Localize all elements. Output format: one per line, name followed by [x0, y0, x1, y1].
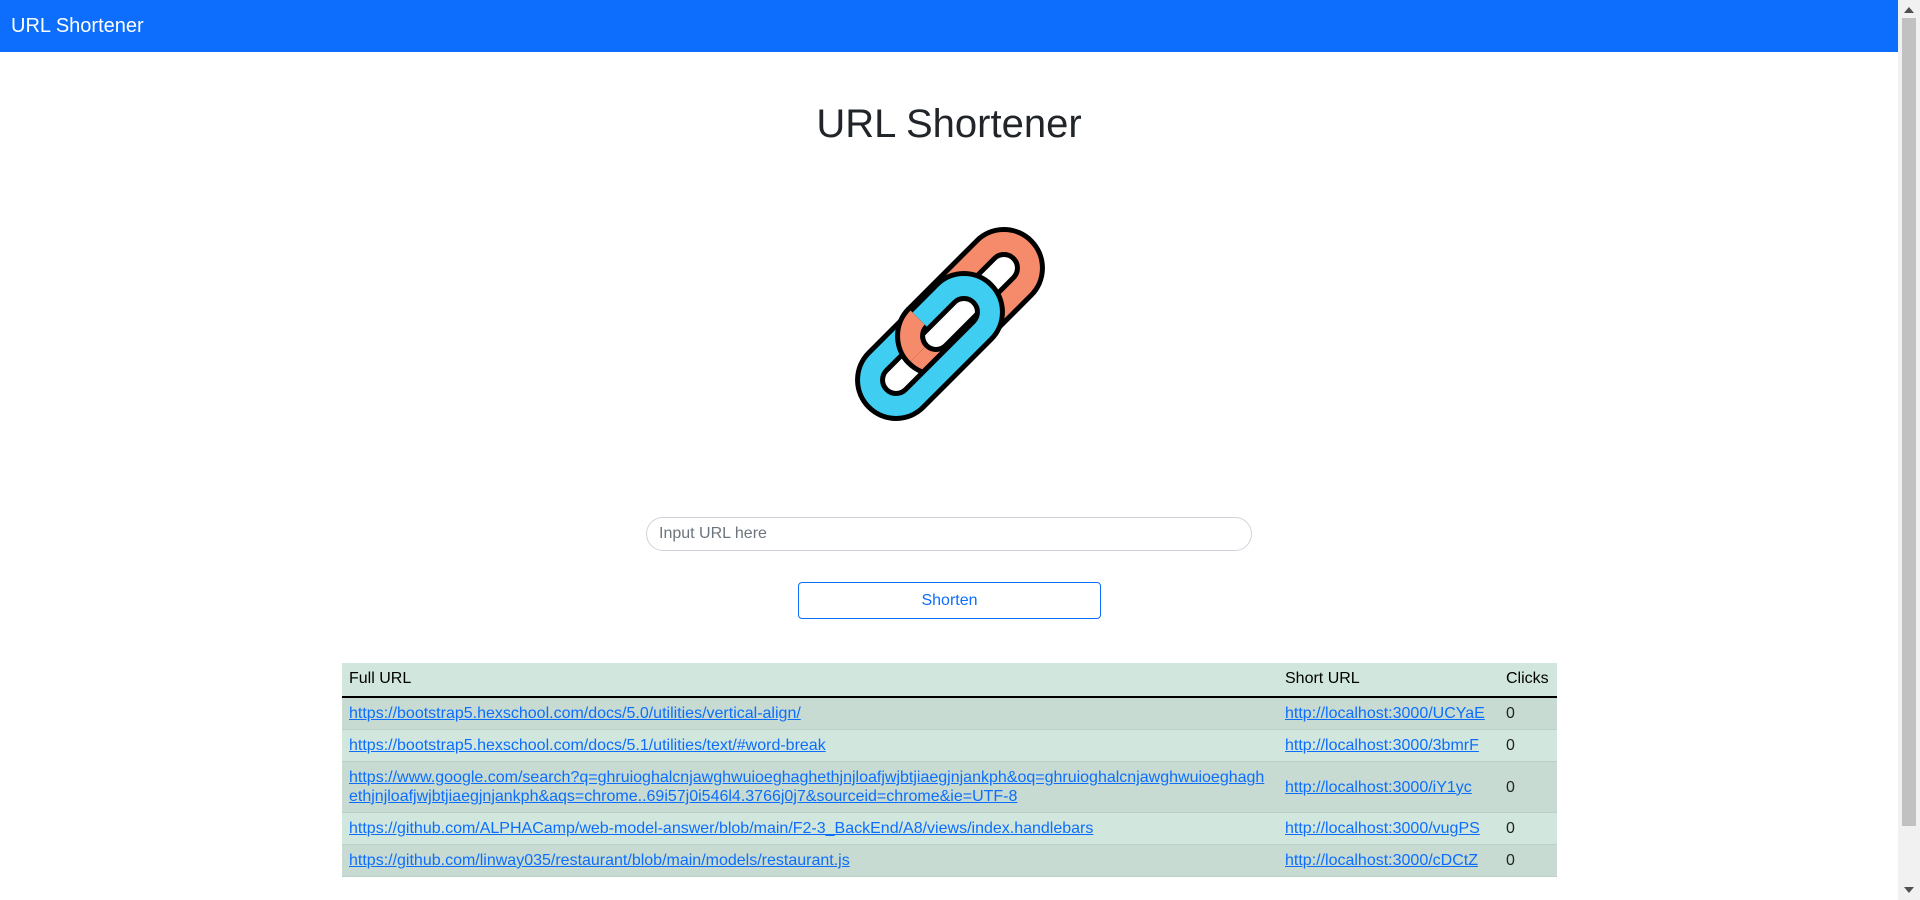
short-url-link[interactable]: http://localhost:3000/UCYaE [1285, 705, 1485, 722]
page-title: URL Shortener [816, 102, 1082, 146]
short-url-link[interactable]: http://localhost:3000/vugPS [1285, 820, 1480, 837]
short-url-link[interactable]: http://localhost:3000/cDCtZ [1285, 852, 1478, 869]
page: URL Shortener URL Shortener Shorten [0, 0, 1920, 900]
full-url-cell: https://github.com/ALPHACamp/web-model-a… [342, 812, 1278, 845]
main-content: URL Shortener Shorten [0, 52, 1898, 900]
table-row: https://github.com/ALPHACamp/web-model-a… [342, 812, 1557, 845]
full-url-link[interactable]: https://github.com/ALPHACamp/web-model-a… [349, 820, 1093, 837]
header-short-url: Short URL [1278, 663, 1499, 698]
short-url-link[interactable]: http://localhost:3000/iY1yc [1285, 779, 1472, 796]
url-input[interactable] [646, 517, 1252, 551]
clicks-cell: 0 [1499, 812, 1557, 845]
shorten-button[interactable]: Shorten [798, 582, 1101, 619]
table-row: https://github.com/linway035/restaurant/… [342, 844, 1557, 877]
url-table: Full URL Short URL Clicks https://bootst… [342, 663, 1557, 877]
navbar: URL Shortener [0, 0, 1898, 52]
clicks-cell: 0 [1499, 761, 1557, 813]
header-clicks: Clicks [1499, 663, 1557, 698]
short-url-link[interactable]: http://localhost:3000/3bmrF [1285, 737, 1479, 754]
full-url-cell: https://www.google.com/search?q=ghruiogh… [342, 761, 1278, 813]
full-url-link[interactable]: https://www.google.com/search?q=ghruiogh… [349, 769, 1264, 805]
full-url-cell: https://bootstrap5.hexschool.com/docs/5.… [342, 697, 1278, 730]
full-url-link[interactable]: https://bootstrap5.hexschool.com/docs/5.… [349, 705, 801, 722]
scroll-up-arrow-icon[interactable] [1904, 7, 1914, 13]
clicks-cell: 0 [1499, 844, 1557, 877]
full-url-link[interactable]: https://bootstrap5.hexschool.com/docs/5.… [349, 737, 826, 754]
short-url-cell: http://localhost:3000/iY1yc [1278, 761, 1499, 813]
full-url-cell: https://github.com/linway035/restaurant/… [342, 844, 1278, 877]
scroll-thumb[interactable] [1902, 18, 1916, 826]
full-url-link[interactable]: https://github.com/linway035/restaurant/… [349, 852, 850, 869]
short-url-cell: http://localhost:3000/UCYaE [1278, 697, 1499, 730]
short-url-cell: http://localhost:3000/vugPS [1278, 812, 1499, 845]
table-header-row: Full URL Short URL Clicks [342, 663, 1557, 698]
short-url-cell: http://localhost:3000/cDCtZ [1278, 844, 1499, 877]
clicks-cell: 0 [1499, 729, 1557, 762]
navbar-brand[interactable]: URL Shortener [11, 15, 144, 38]
vertical-scrollbar[interactable] [1898, 0, 1920, 900]
short-url-cell: http://localhost:3000/3bmrF [1278, 729, 1499, 762]
table-row: https://bootstrap5.hexschool.com/docs/5.… [342, 729, 1557, 762]
chain-link-icon [855, 227, 1045, 421]
clicks-cell: 0 [1499, 697, 1557, 730]
table-row: https://www.google.com/search?q=ghruiogh… [342, 761, 1557, 813]
table-row: https://bootstrap5.hexschool.com/docs/5.… [342, 697, 1557, 730]
url-table-container: Full URL Short URL Clicks https://bootst… [342, 663, 1557, 877]
full-url-cell: https://bootstrap5.hexschool.com/docs/5.… [342, 729, 1278, 762]
scroll-down-arrow-icon[interactable] [1904, 887, 1914, 893]
header-full-url: Full URL [342, 663, 1278, 698]
